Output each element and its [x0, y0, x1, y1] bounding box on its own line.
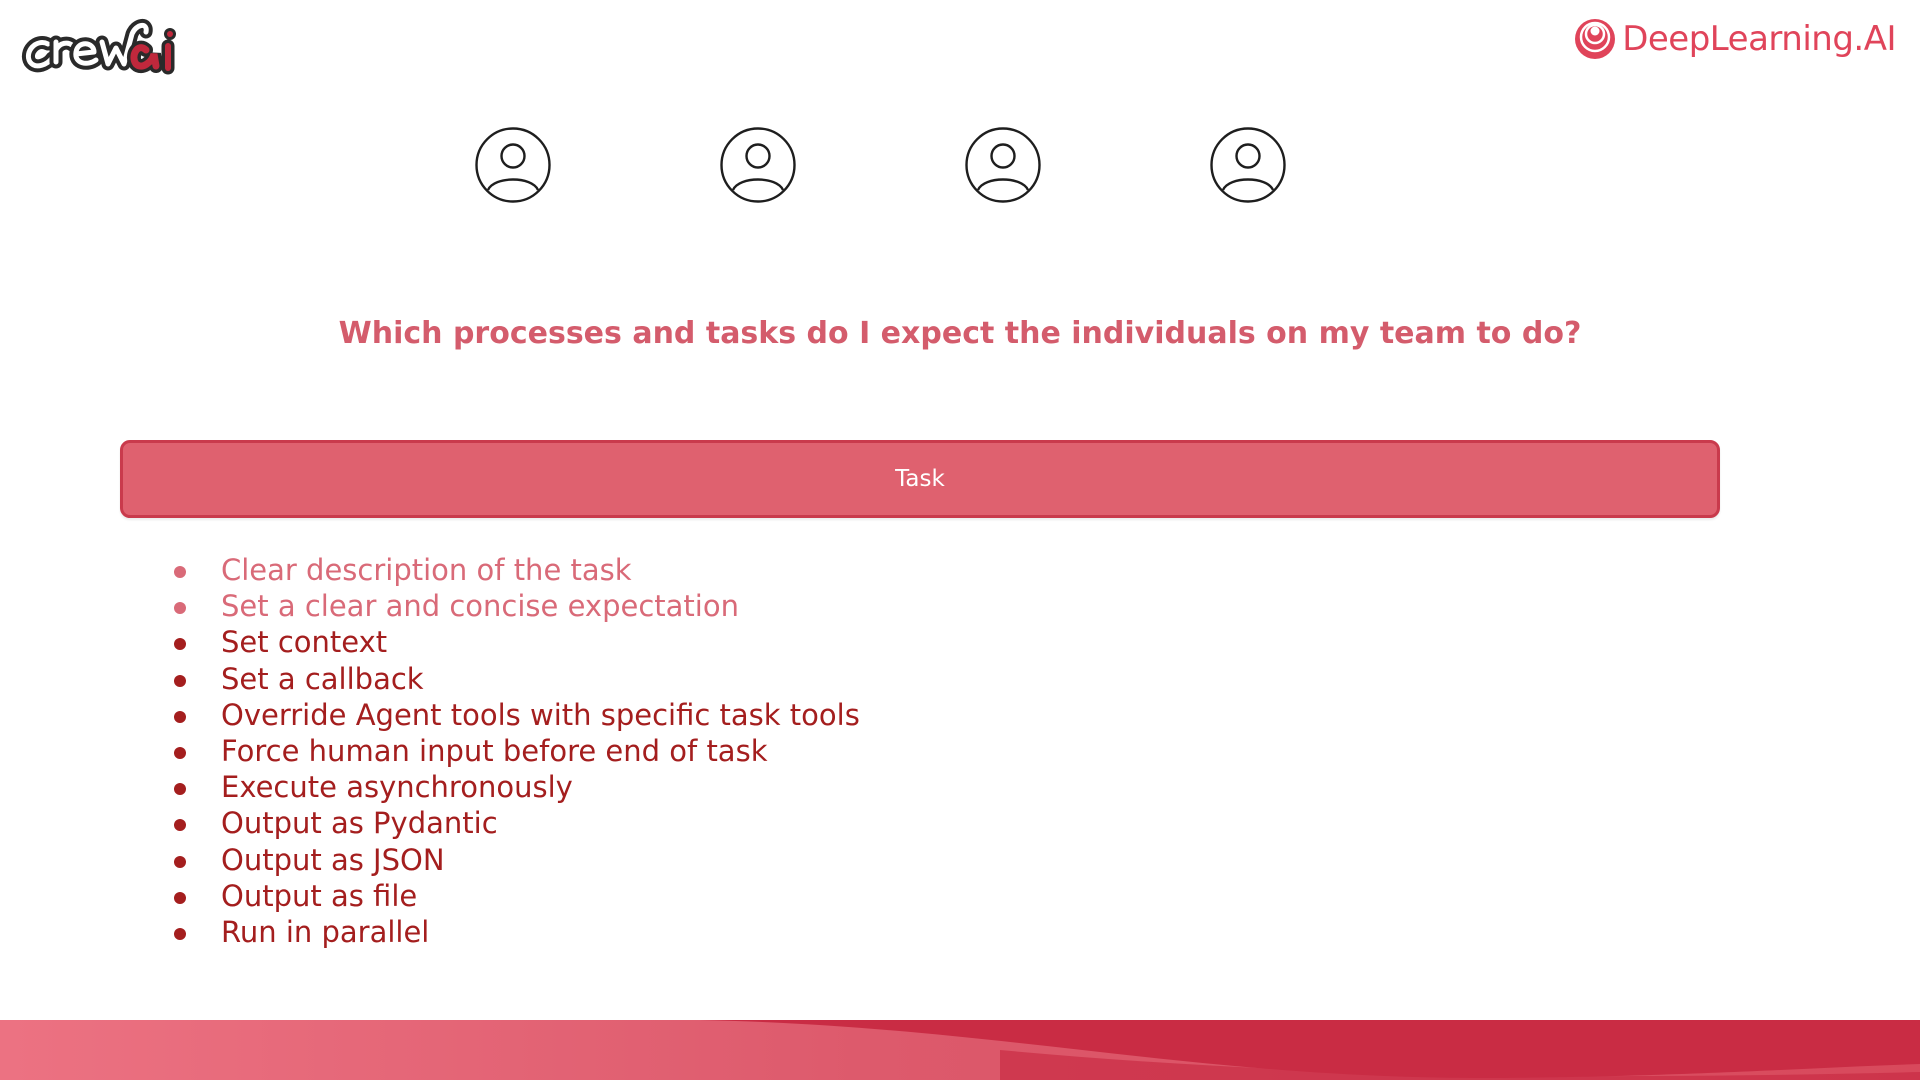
agents-row	[474, 126, 1294, 206]
question-heading: Which processes and tasks do I expect th…	[338, 316, 1582, 351]
list-item: Set a callback	[172, 661, 860, 697]
task-bar-label: Task	[895, 466, 945, 492]
list-item: Output as Pydantic	[172, 805, 860, 841]
user-circle-icon	[475, 127, 551, 203]
list-item: Output as file	[172, 878, 860, 914]
deeplearning-mark-icon	[1575, 19, 1616, 59]
user-circle-icon	[965, 127, 1041, 203]
task-attributes-list: Clear description of the task Set a clea…	[172, 552, 860, 950]
list-item: Set context	[172, 624, 860, 660]
deeplearning-wordmark: DeepLearning.AI	[1622, 19, 1896, 59]
deeplearning-ai-logo: DeepLearning.AI	[1574, 18, 1896, 60]
crewai-logo	[22, 19, 176, 75]
slide: DeepLearning.AI Which processes and task…	[0, 0, 1920, 1080]
user-circle-icon	[720, 127, 796, 203]
list-item: Execute asynchronously	[172, 769, 860, 805]
user-circle-icon	[1210, 127, 1286, 203]
task-bar: Task	[120, 440, 1720, 518]
list-item: Override Agent tools with specific task …	[172, 697, 860, 733]
list-item: Force human input before end of task	[172, 733, 860, 769]
list-item: Set a clear and concise expectation	[172, 588, 860, 624]
footer-wave	[0, 1020, 1920, 1080]
list-item: Run in parallel	[172, 914, 860, 950]
list-item: Clear description of the task	[172, 552, 860, 588]
list-item: Output as JSON	[172, 842, 860, 878]
